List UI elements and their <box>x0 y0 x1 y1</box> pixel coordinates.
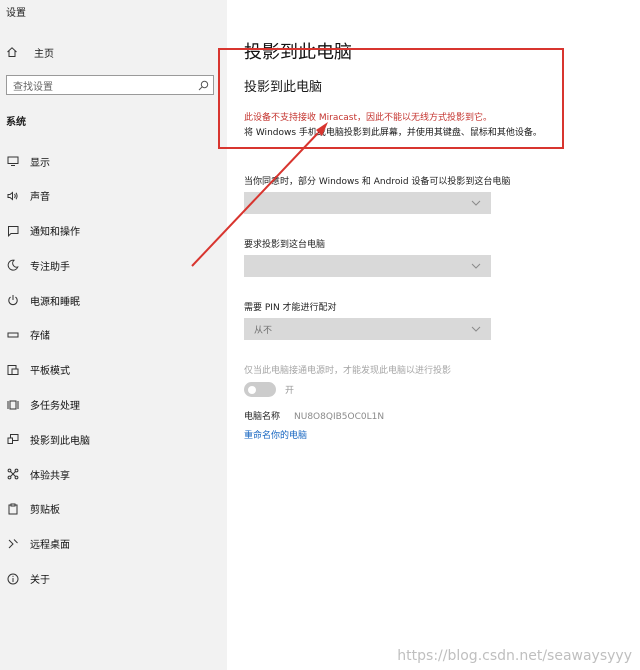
annotation-arrow <box>191 122 328 267</box>
watermark: https://blog.csdn.net/seawaysyyy <box>397 648 632 664</box>
